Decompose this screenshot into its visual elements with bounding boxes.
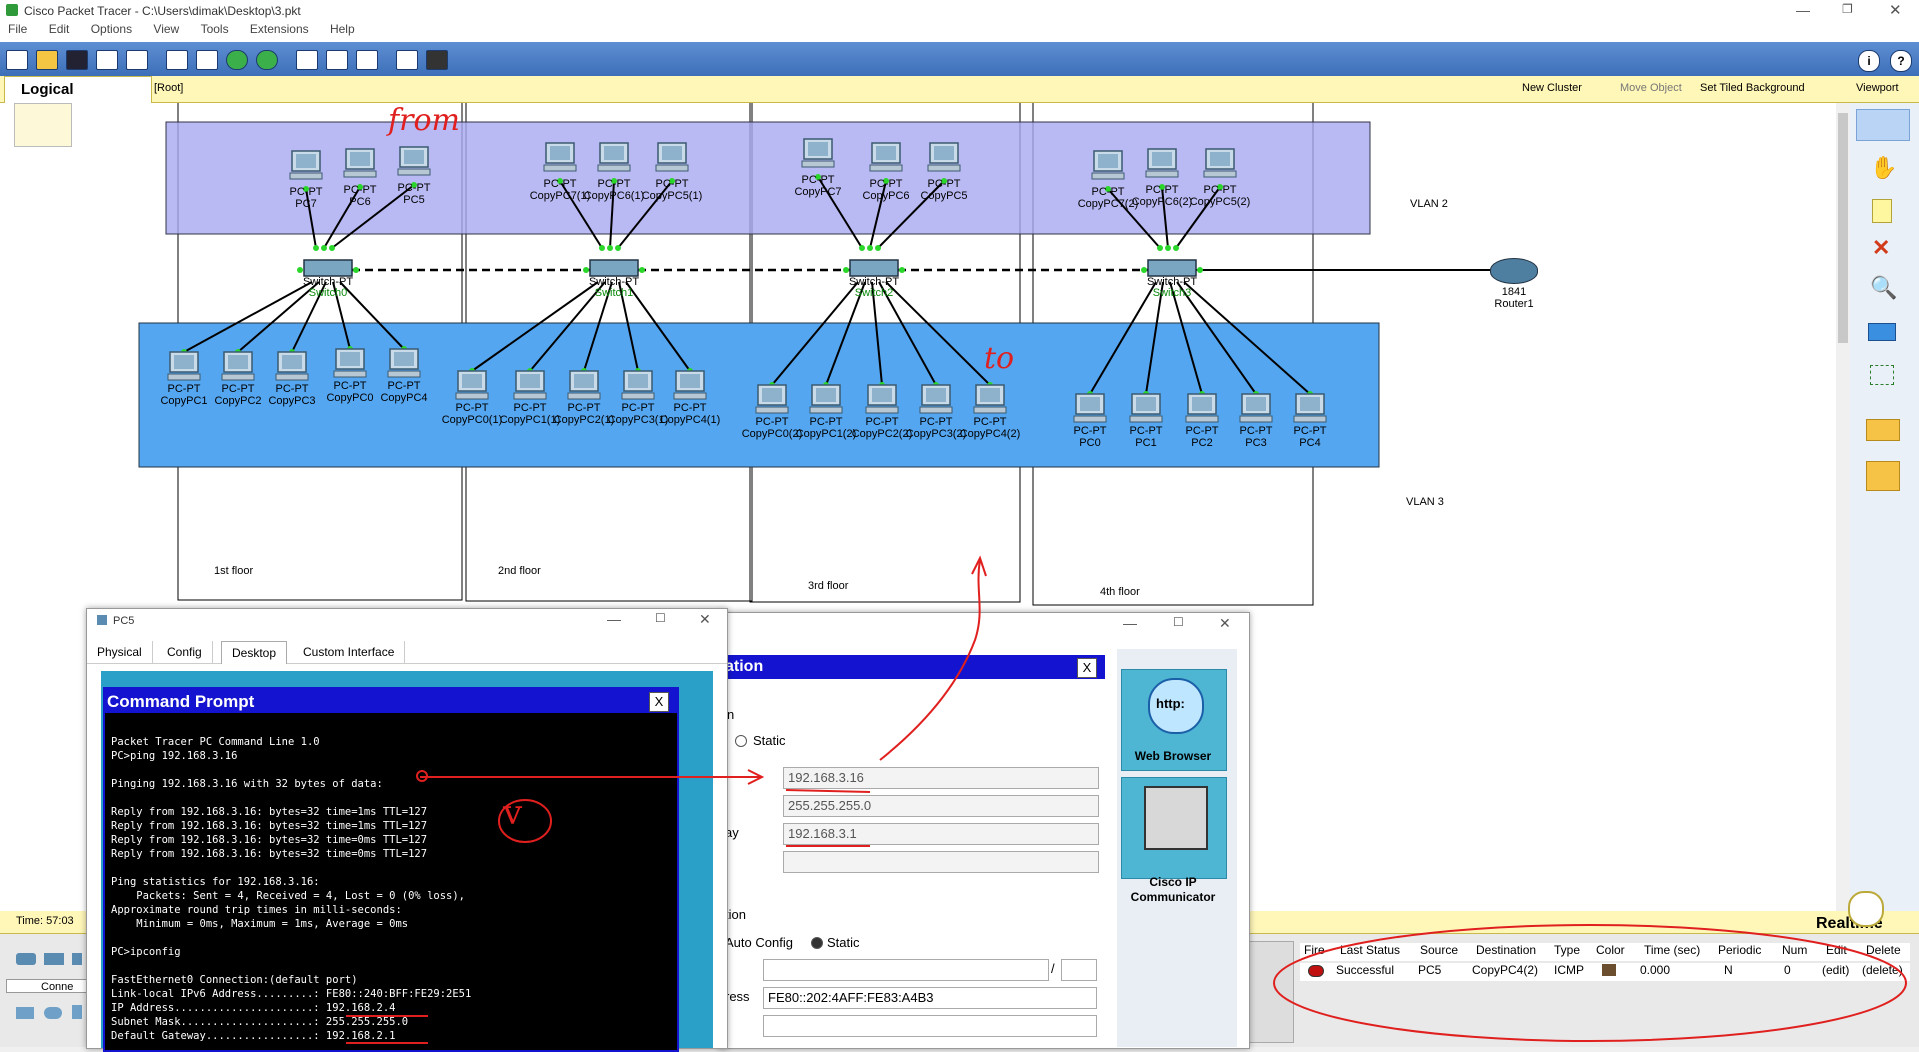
annotation-arrows bbox=[346, 555, 987, 1044]
